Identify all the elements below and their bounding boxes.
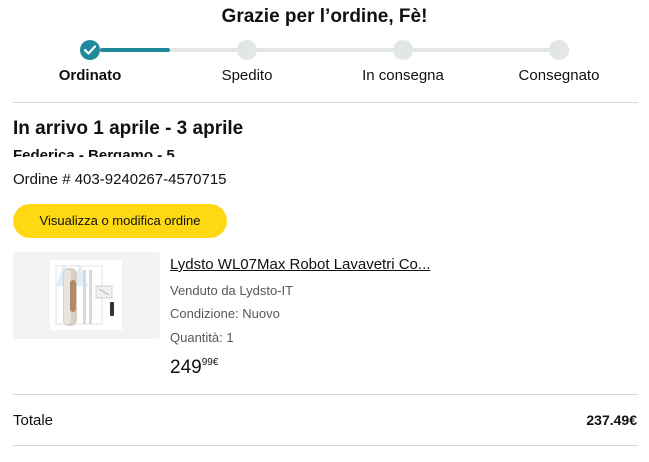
order-progress-tracker: [0, 40, 649, 60]
total-label: Totale: [13, 412, 54, 429]
product-seller: Venduto da Lydsto-IT: [170, 283, 294, 298]
product-price: 24999€: [170, 357, 218, 379]
step-ordered-check-icon: [80, 40, 100, 60]
price-whole: 249: [170, 357, 202, 378]
divider: [13, 445, 638, 446]
step-shipped-dot: [237, 40, 257, 60]
progress-track-remaining: [170, 48, 560, 52]
step-label-delivered: Consegnato: [518, 67, 600, 84]
robot-window-cleaner-image-icon: [50, 260, 122, 330]
product-title-link[interactable]: Lydsto WL07Max Robot Lavavetri Co...: [170, 256, 430, 273]
divider: [13, 394, 638, 395]
page-title: Grazie per l’ordine, Fè!: [221, 6, 428, 27]
total-value: 237.49€: [586, 412, 637, 428]
recipient-text: Federica - Bergamo - 5: [13, 147, 175, 157]
price-fraction: 99€: [201, 357, 219, 368]
view-edit-order-button[interactable]: Visualizza o modifica ordine: [13, 204, 227, 238]
step-label-ordered: Ordinato: [58, 67, 122, 84]
product-thumbnail[interactable]: [13, 252, 160, 339]
recipient-line: Federica - Bergamo - 5: [13, 144, 175, 157]
step-label-out-for-delivery: In consegna: [362, 67, 444, 84]
product-condition: Condizione: Nuovo: [170, 306, 280, 321]
progress-step-labels: Ordinato Spedito In consegna Consegnato: [0, 67, 649, 87]
step-delivered-dot: [549, 40, 569, 60]
product-quantity: Quantità: 1: [170, 330, 234, 345]
progress-track-completed: [100, 48, 170, 52]
arrival-date: In arrivo 1 aprile - 3 aprile: [13, 118, 244, 139]
order-number: Ordine # 403-9240267-4570715: [13, 171, 227, 188]
step-out-for-delivery-dot: [393, 40, 413, 60]
step-label-shipped: Spedito: [221, 67, 273, 84]
divider: [13, 102, 638, 103]
